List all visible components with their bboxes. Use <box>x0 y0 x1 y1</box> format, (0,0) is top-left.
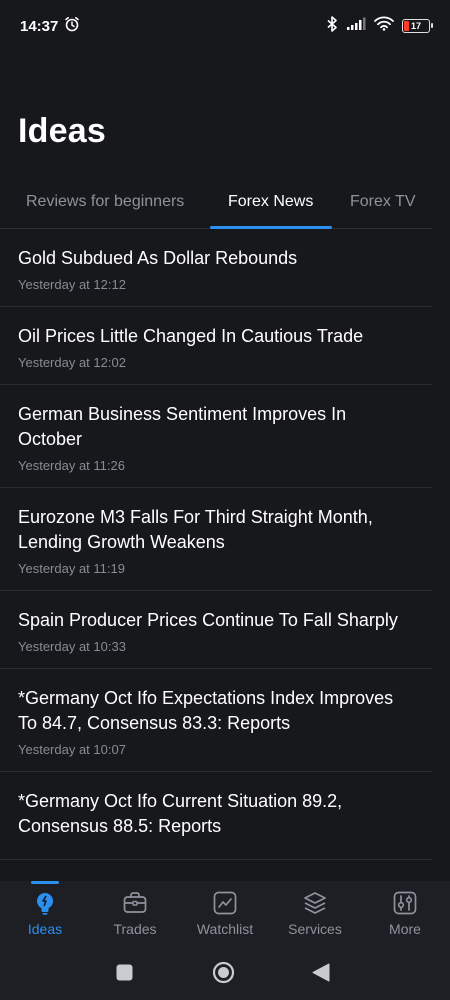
news-item[interactable]: Spain Producer Prices Continue To Fall S… <box>0 591 432 669</box>
status-left: 14:37 <box>20 16 80 36</box>
nav-trades[interactable]: Trades <box>90 881 180 945</box>
news-time: Yesterday at 12:12 <box>18 277 126 292</box>
news-item[interactable]: Oil Prices Little Changed In Cautious Tr… <box>0 307 432 385</box>
briefcase-icon <box>121 889 149 917</box>
news-title: Gold Subdued As Dollar Rebounds <box>18 248 298 268</box>
chart-icon <box>211 889 239 917</box>
nav-label: Services <box>288 921 342 937</box>
news-time: Yesterday at 10:07 <box>18 742 126 757</box>
news-item[interactable]: *Germany Oct Ifo Expectations Index Impr… <box>0 669 432 772</box>
back-button[interactable] <box>312 963 330 982</box>
nav-label: Watchlist <box>196 921 254 937</box>
news-list[interactable]: Gold Subdued As Dollar Rebounds Yesterda… <box>0 229 450 881</box>
signal-icon <box>346 17 366 36</box>
bottom-nav: Ideas Trades Watchlist Services More <box>0 881 450 945</box>
tab-forex-news[interactable]: Forex News <box>228 175 313 229</box>
news-title: Eurozone M3 Falls For Third Straight Mon… <box>18 507 373 552</box>
news-title: Spain Producer Prices Continue To Fall S… <box>18 610 398 630</box>
news-time: Yesterday at 11:26 <box>18 458 125 473</box>
layers-icon <box>301 889 329 917</box>
news-item[interactable]: *Germany Oct Ifo Current Situation 89.2,… <box>0 772 432 860</box>
tab-bar: Reviews for beginners Forex News Forex T… <box>0 175 432 229</box>
alarm-icon <box>64 16 80 36</box>
nav-more[interactable]: More <box>360 881 450 945</box>
news-time: Yesterday at 11:19 <box>18 561 125 576</box>
news-item[interactable]: Gold Subdued As Dollar Rebounds Yesterda… <box>0 229 432 307</box>
news-time: Yesterday at 10:33 <box>18 639 126 654</box>
tab-forex-tv[interactable]: Forex TV <box>350 175 416 229</box>
status-right: 17 <box>326 15 433 37</box>
battery-icon: 17 <box>402 19 433 33</box>
news-title: German Business Sentiment Improves In Oc… <box>18 404 347 449</box>
tab-reviews-for-beginners[interactable]: Reviews for beginners <box>26 175 184 229</box>
news-item[interactable]: German Business Sentiment Improves In Oc… <box>0 385 432 488</box>
lightbulb-icon <box>31 889 59 917</box>
system-nav-bar <box>0 945 450 1000</box>
status-time: 14:37 <box>20 17 59 35</box>
news-item[interactable]: Eurozone M3 Falls For Third Straight Mon… <box>0 488 432 591</box>
home-button[interactable] <box>212 961 235 984</box>
nav-label: Ideas <box>27 921 63 937</box>
wifi-icon <box>374 16 394 36</box>
nav-ideas[interactable]: Ideas <box>0 881 90 945</box>
nav-watchlist[interactable]: Watchlist <box>180 881 270 945</box>
recents-button[interactable] <box>116 964 133 981</box>
news-title: *Germany Oct Ifo Current Situation 89.2,… <box>18 791 343 836</box>
news-title: Oil Prices Little Changed In Cautious Tr… <box>18 326 364 346</box>
sliders-icon <box>391 889 419 917</box>
page-title: Ideas <box>18 112 106 150</box>
nav-services[interactable]: Services <box>270 881 360 945</box>
news-title: *Germany Oct Ifo Expectations Index Impr… <box>18 688 394 733</box>
nav-label: More <box>389 921 421 937</box>
bluetooth-icon <box>326 15 338 37</box>
nav-label: Trades <box>113 921 157 937</box>
news-time: Yesterday at 12:02 <box>18 355 126 370</box>
status-bar: 14:37 17 <box>0 0 450 52</box>
battery-level: 17 <box>410 21 421 31</box>
